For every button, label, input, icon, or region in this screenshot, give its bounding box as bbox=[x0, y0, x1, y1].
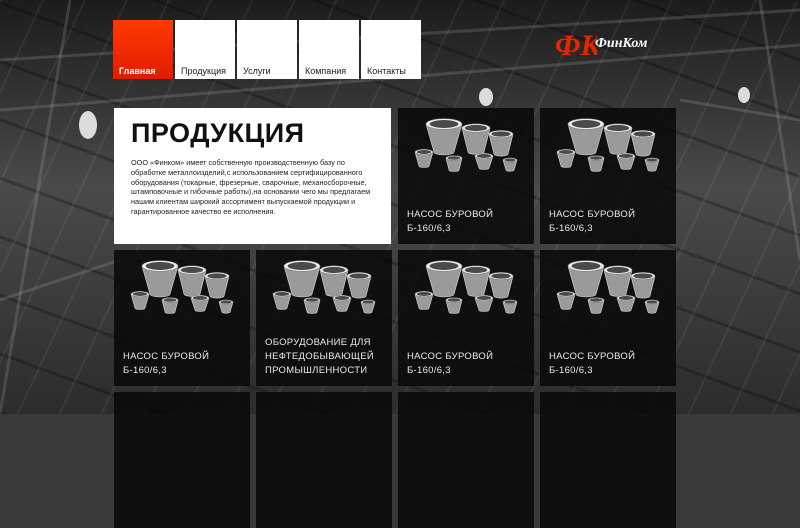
nav-label: Главная bbox=[119, 66, 156, 76]
product-image bbox=[556, 118, 660, 172]
logo[interactable]: ФК ФинКом bbox=[555, 26, 647, 62]
nav-item-company[interactable]: Компания bbox=[299, 20, 359, 79]
product-name-line2: Б-160/6,3 bbox=[549, 365, 593, 376]
product-name-line2: Б-160/6,3 bbox=[123, 365, 167, 376]
product-card[interactable]: НАСОС БУРОВОЙ Б-160/6,3 bbox=[398, 108, 534, 244]
logo-mark-text: ФК bbox=[555, 29, 597, 61]
nav-item-home[interactable]: Главная bbox=[113, 20, 173, 79]
product-card[interactable]: ОБОРУДОВАНИЕ ДЛЯ НЕФТЕДОБЫВАЮЩЕЙ ПРОМЫШЛЕН… bbox=[256, 250, 392, 386]
intro-text: ООО «Финком» имеет собственную производс… bbox=[131, 158, 371, 216]
product-name-line2: Б-160/6,3 bbox=[407, 365, 451, 376]
product-image bbox=[414, 260, 518, 314]
nav-label: Продукция bbox=[181, 66, 227, 76]
product-image bbox=[272, 260, 376, 314]
logo-text: ФинКом bbox=[595, 36, 648, 51]
product-card[interactable] bbox=[114, 392, 250, 528]
nav-label: Услуги bbox=[243, 66, 271, 76]
product-image bbox=[556, 260, 660, 314]
product-image bbox=[130, 260, 234, 314]
product-card[interactable] bbox=[540, 392, 676, 528]
product-image bbox=[414, 118, 518, 172]
product-card[interactable]: НАСОС БУРОВОЙ Б-160/6,3 bbox=[540, 108, 676, 244]
nav-item-services[interactable]: Услуги bbox=[237, 20, 297, 79]
intro-panel: ПРОДУКЦИЯ ООО «Финком» имеет собственную… bbox=[114, 108, 391, 244]
product-name-line1: НАСОС БУРОВОЙ bbox=[407, 351, 494, 362]
product-name-line1: НАСОС БУРОВОЙ bbox=[407, 209, 494, 220]
main-nav: Главная Продукция Услуги Компания Контак… bbox=[113, 20, 423, 79]
logo-mark-icon: ФК bbox=[555, 29, 597, 61]
product-name-line2: Б-160/6,3 bbox=[549, 223, 593, 234]
page-title: ПРОДУКЦИЯ bbox=[131, 118, 305, 148]
product-name-line1: НАСОС БУРОВОЙ bbox=[123, 351, 210, 362]
product-name-line1: ОБОРУДОВАНИЕ ДЛЯ bbox=[265, 337, 371, 348]
nav-label: Компания bbox=[305, 66, 347, 76]
product-name-line1: НАСОС БУРОВОЙ bbox=[549, 351, 636, 362]
product-card[interactable]: НАСОС БУРОВОЙ Б-160/6,3 bbox=[540, 250, 676, 386]
product-name-line2: НЕФТЕДОБЫВАЮЩЕЙ bbox=[265, 351, 375, 362]
product-card[interactable]: НАСОС БУРОВОЙ Б-160/6,3 bbox=[114, 250, 250, 386]
product-name-line2: Б-160/6,3 bbox=[407, 223, 451, 234]
product-card[interactable]: НАСОС БУРОВОЙ Б-160/6,3 bbox=[398, 250, 534, 386]
nav-item-products[interactable]: Продукция bbox=[175, 20, 235, 79]
nav-label: Контакты bbox=[367, 66, 406, 76]
nav-item-contacts[interactable]: Контакты bbox=[361, 20, 421, 79]
product-name-line3: ПРОМЫШЛЕННОСТИ bbox=[265, 365, 368, 376]
product-card[interactable] bbox=[398, 392, 534, 528]
product-card[interactable] bbox=[256, 392, 392, 528]
product-name-line1: НАСОС БУРОВОЙ bbox=[549, 209, 636, 220]
